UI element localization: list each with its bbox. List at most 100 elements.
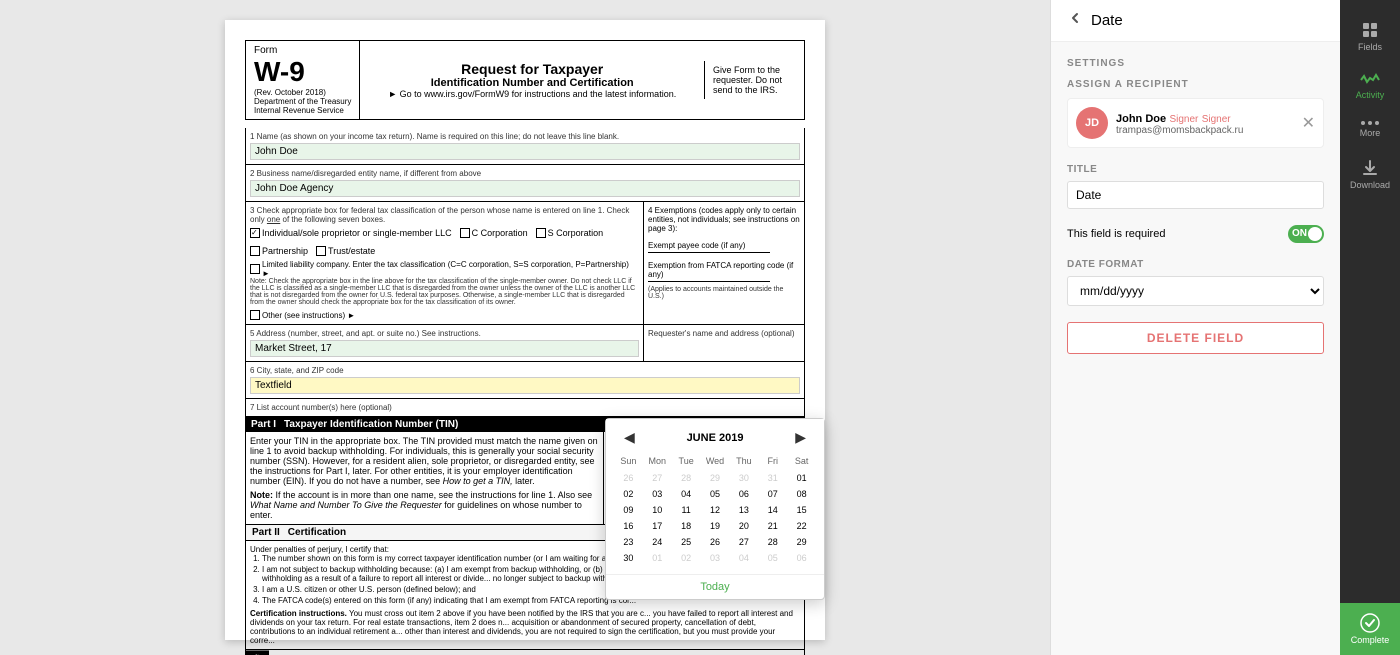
cal-day[interactable]: 05	[758, 550, 787, 566]
cal-day[interactable]: 19	[701, 518, 730, 534]
line1-value[interactable]: John Doe	[250, 143, 800, 160]
cal-day[interactable]: 02	[672, 550, 701, 566]
line1-label: 1 Name (as shown on your income tax retu…	[250, 132, 800, 141]
day-tue: Tue	[672, 456, 701, 466]
form-line2: 2 Business name/disregarded entity name,…	[245, 165, 805, 202]
cal-day[interactable]: 27	[729, 534, 758, 550]
sidebar-item-download[interactable]: Download	[1340, 148, 1400, 200]
cal-day[interactable]: 30	[729, 470, 758, 486]
trust-checkbox[interactable]	[316, 246, 326, 256]
cal-day[interactable]: 31	[758, 470, 787, 486]
scorp-checkbox[interactable]	[536, 228, 546, 238]
form-line7: 7 List account number(s) here (optional)	[245, 399, 805, 417]
cal-day[interactable]: 22	[787, 518, 816, 534]
cal-day[interactable]: 03	[643, 486, 672, 502]
calendar-days: 26 27 28 29 30 31 01 02 03 04 05 06 07 0…	[614, 470, 816, 566]
cal-day[interactable]: 26	[701, 534, 730, 550]
cal-day[interactable]: 24	[643, 534, 672, 550]
individual-checkbox[interactable]	[250, 228, 260, 238]
checkbox-scorp[interactable]: S Corporation	[536, 228, 604, 238]
cal-day[interactable]: 29	[701, 470, 730, 486]
scorp-label: S Corporation	[548, 228, 604, 238]
recipient-email: trampas@momsbackpack.ru	[1116, 125, 1302, 136]
cal-day[interactable]: 13	[729, 502, 758, 518]
classification-right: 4 Exemptions (codes apply only to certai…	[644, 202, 804, 324]
form-header: Form W-9 (Rev. October 2018) Department …	[245, 40, 805, 120]
cal-day[interactable]: 06	[729, 486, 758, 502]
cal-day[interactable]: 04	[672, 486, 701, 502]
address-right: Requester's name and address (optional)	[644, 325, 804, 361]
cal-day[interactable]: 04	[729, 550, 758, 566]
recipient-name-role: John Doe Signer Signer	[1116, 111, 1302, 125]
sidebar-item-more[interactable]: More	[1340, 110, 1400, 148]
cal-day[interactable]: 01	[643, 550, 672, 566]
back-button[interactable]	[1067, 10, 1083, 31]
other-checkbox[interactable]	[250, 310, 260, 320]
ccorp-checkbox[interactable]	[460, 228, 470, 238]
cal-day[interactable]: 06	[787, 550, 816, 566]
city-value[interactable]: Textfield	[250, 377, 800, 394]
cal-day[interactable]: 11	[672, 502, 701, 518]
cal-day[interactable]: 27	[643, 470, 672, 486]
checkbox-trust[interactable]: Trust/estate	[316, 246, 375, 256]
date-format-row: DATE FORMAT mm/dd/yyyy dd/mm/yyyy yyyy/m…	[1067, 259, 1324, 306]
cal-day[interactable]: 05	[701, 486, 730, 502]
title-input[interactable]	[1067, 181, 1324, 209]
calendar-today-link[interactable]: Today	[700, 581, 729, 593]
right-panel: Date SETTINGS ASSIGN A RECIPIENT JD John…	[1050, 0, 1340, 655]
more-label: More	[1360, 128, 1381, 138]
download-label: Download	[1350, 180, 1390, 190]
recipient-row: JD John Doe Signer Signer trampas@momsba…	[1067, 98, 1324, 148]
city-label: 6 City, state, and ZIP code	[250, 366, 800, 375]
delete-field-button[interactable]: DELETE FIELD	[1067, 322, 1324, 354]
checkbox-other[interactable]: Other (see instructions) ►	[250, 310, 639, 320]
sidebar-item-activity[interactable]: Activity	[1340, 62, 1400, 110]
cal-day[interactable]: 17	[643, 518, 672, 534]
cal-day[interactable]: 28	[672, 470, 701, 486]
cal-day[interactable]: 09	[614, 502, 643, 518]
activity-icon	[1360, 72, 1380, 88]
cal-day[interactable]: 28	[758, 534, 787, 550]
checkbox-individual[interactable]: Individual/sole proprietor or single-mem…	[250, 228, 452, 238]
sidebar-item-fields[interactable]: Fields	[1340, 10, 1400, 62]
cal-day[interactable]: 07	[758, 486, 787, 502]
date-format-select[interactable]: mm/dd/yyyy dd/mm/yyyy yyyy/mm/dd	[1067, 276, 1324, 306]
tin-intro: Enter your TIN in the appropriate box. T…	[250, 436, 599, 486]
cal-day[interactable]: 03	[701, 550, 730, 566]
cal-day[interactable]: 15	[787, 502, 816, 518]
checkbox-llc[interactable]: Limited liability company. Enter the tax…	[250, 260, 639, 278]
line2-value[interactable]: John Doe Agency	[250, 180, 800, 197]
cal-day[interactable]: 20	[729, 518, 758, 534]
checkbox-partnership[interactable]: Partnership	[250, 246, 308, 256]
cal-day[interactable]: 02	[614, 486, 643, 502]
address-value[interactable]: Market Street, 17	[250, 340, 639, 357]
cal-day[interactable]: 26	[614, 470, 643, 486]
calendar-prev-button[interactable]: ◀	[618, 427, 641, 448]
cal-day[interactable]: 10	[643, 502, 672, 518]
cal-day[interactable]: 21	[758, 518, 787, 534]
activity-label: Activity	[1356, 90, 1385, 100]
cal-day[interactable]: 12	[701, 502, 730, 518]
required-toggle[interactable]: ON	[1288, 225, 1324, 243]
llc-label: Limited liability company. Enter the tax…	[262, 260, 639, 278]
cal-day[interactable]: 01	[787, 470, 816, 486]
cal-day[interactable]: 14	[758, 502, 787, 518]
form-title: Request for Taxpayer	[364, 61, 700, 77]
complete-button[interactable]: Complete	[1340, 603, 1400, 655]
part2-label: Part II	[252, 527, 280, 538]
remove-recipient-button[interactable]: ✕	[1302, 113, 1315, 133]
calendar-next-button[interactable]: ▶	[789, 427, 812, 448]
cal-day[interactable]: 29	[787, 534, 816, 550]
cal-day[interactable]: 30	[614, 550, 643, 566]
partnership-checkbox[interactable]	[250, 246, 260, 256]
required-text: This field is required	[1067, 228, 1288, 240]
puzzle-icon	[1360, 20, 1380, 40]
cal-day[interactable]: 25	[672, 534, 701, 550]
cal-day[interactable]: 18	[672, 518, 701, 534]
partnership-label: Partnership	[262, 246, 308, 256]
cal-day[interactable]: 08	[787, 486, 816, 502]
cal-day[interactable]: 16	[614, 518, 643, 534]
cal-day[interactable]: 23	[614, 534, 643, 550]
llc-checkbox[interactable]	[250, 264, 260, 274]
checkbox-ccorp[interactable]: C Corporation	[460, 228, 528, 238]
